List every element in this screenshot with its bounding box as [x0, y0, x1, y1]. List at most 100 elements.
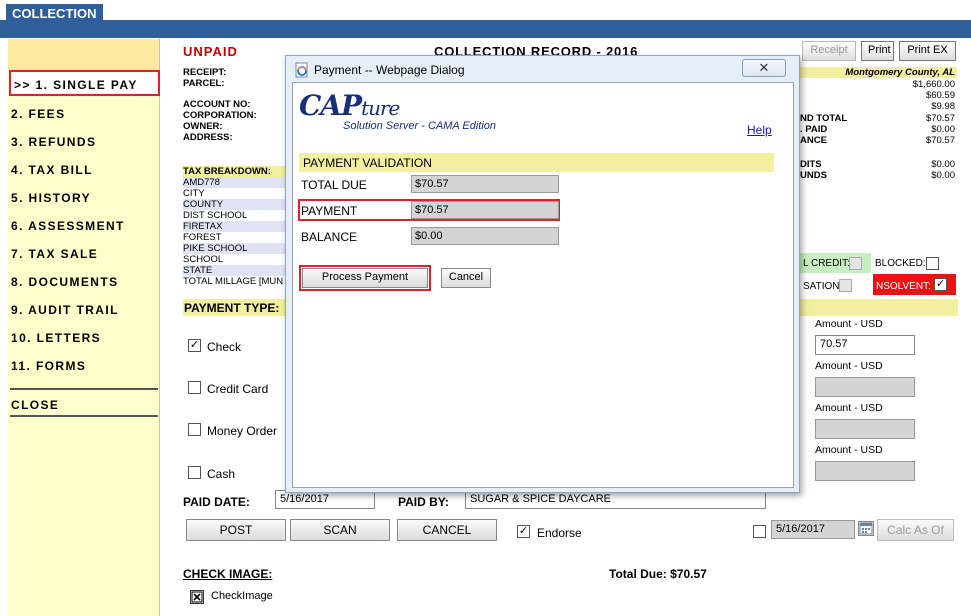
account-label: ACCOUNT NO:	[183, 99, 251, 110]
dialog-content: CAPture Solution Server - CAMA Edition H…	[292, 82, 794, 488]
dialog-cancel-button[interactable]: Cancel	[441, 268, 491, 288]
tax-item: TOTAL MILLAGE [MUN	[183, 276, 284, 287]
balance-field: $0.00	[411, 227, 559, 245]
check-image-label: CHECK IMAGE:	[183, 567, 273, 581]
tax-item: COUNTY	[183, 199, 285, 210]
paid-by-label: PAID BY:	[398, 495, 449, 509]
summary-value: $1,660.00	[912, 79, 955, 90]
summary-label: ANCE	[800, 135, 827, 146]
tax-item: FOREST	[183, 232, 222, 243]
summary-label: DITS	[800, 159, 822, 170]
scan-button[interactable]: SCAN	[290, 519, 390, 541]
close-icon[interactable]: ✕	[742, 59, 786, 77]
sidebar-item-forms[interactable]: 11. FORMS	[8, 353, 158, 379]
payment-field[interactable]: $70.57	[411, 201, 559, 219]
sidebar-item-tax-bill[interactable]: 4. TAX BILL	[8, 157, 158, 183]
sidebar-item-tax-sale[interactable]: 7. TAX SALE	[8, 241, 158, 267]
top-stripe	[0, 20, 971, 38]
cash-checkbox[interactable]	[188, 466, 201, 479]
credit-checkbox[interactable]	[849, 257, 862, 270]
print-button[interactable]: Print	[861, 41, 894, 61]
address-label: ADDRESS:	[183, 132, 233, 143]
captue-logo: CAPture	[299, 89, 400, 122]
credit-card-amount-input[interactable]	[815, 377, 915, 397]
top-bar	[0, 0, 971, 38]
money-order-amount-input[interactable]	[815, 419, 915, 439]
payment-type-label: PAYMENT TYPE:	[184, 301, 280, 315]
sidebar: >> 1. SINGLE PAY 2. FEES 3. REFUNDS 4. T…	[8, 39, 160, 616]
calc-as-of-button[interactable]: Calc As Of	[877, 519, 954, 541]
sidebar-item-letters[interactable]: 10. LETTERS	[8, 325, 158, 351]
payment-dialog: Payment -- Webpage Dialog ✕ CAPture Solu…	[285, 55, 800, 493]
status-label: UNPAID	[183, 44, 238, 59]
sidebar-divider	[10, 415, 158, 417]
dialog-title: Payment -- Webpage Dialog	[314, 63, 465, 77]
check-amount-input[interactable]: 70.57	[815, 335, 915, 355]
sidebar-item-assessment[interactable]: 6. ASSESSMENT	[8, 213, 158, 239]
summary-label: ND TOTAL	[800, 113, 848, 124]
check-checkbox[interactable]: ✓	[188, 339, 201, 352]
balance-label: BALANCE	[301, 230, 358, 244]
blocked-label: BLOCKED:	[875, 258, 926, 269]
credit-card-label: Credit Card	[207, 382, 269, 396]
amount-label: Amount - USD	[815, 360, 883, 372]
credit-card-checkbox[interactable]	[188, 381, 201, 394]
check-image-alt: CheckImage	[211, 590, 273, 602]
insolvent-checkbox[interactable]: ✓	[934, 278, 947, 291]
receipt-label: RECEIPT:	[183, 67, 227, 78]
cash-amount-input[interactable]	[815, 461, 915, 481]
sation-checkbox[interactable]	[839, 279, 852, 292]
sidebar-divider	[10, 388, 158, 390]
help-link[interactable]: Help	[747, 123, 772, 137]
sidebar-item-single-pay[interactable]: >> 1. SINGLE PAY	[9, 70, 160, 96]
summary-value: $70.57	[925, 113, 955, 124]
broken-image-icon	[190, 590, 204, 604]
tax-item: STATE	[183, 265, 285, 276]
tab-collection[interactable]: COLLECTION	[6, 4, 103, 22]
calc-date-input[interactable]: 5/16/2017	[771, 520, 855, 539]
logo-script: ture	[361, 96, 400, 120]
endorse-checkbox[interactable]: ✓	[517, 525, 530, 538]
amount-label: Amount - USD	[815, 402, 883, 414]
logo-subtitle: Solution Server - CAMA Edition	[343, 120, 497, 132]
sidebar-header	[8, 39, 159, 70]
credit-label: L CREDIT:	[803, 258, 850, 269]
summary-label: . PAID	[800, 124, 828, 135]
paid-date-label: PAID DATE:	[183, 495, 250, 509]
post-button[interactable]: POST	[186, 519, 286, 541]
calendar-icon[interactable]	[858, 521, 874, 536]
sidebar-item-fees[interactable]: 2. FEES	[8, 101, 158, 127]
total-due-label: TOTAL DUE	[301, 178, 367, 192]
summary-value: $60.59	[925, 90, 955, 101]
sidebar-item-documents[interactable]: 8. DOCUMENTS	[8, 269, 158, 295]
blocked-checkbox[interactable]	[926, 257, 939, 270]
sidebar-item-audit-trail[interactable]: 9. AUDIT TRAIL	[8, 297, 158, 323]
county-name: Montgomery County, AL	[845, 67, 955, 78]
check-label: Check	[207, 340, 242, 354]
owner-label: OWNER:	[183, 121, 223, 132]
parcel-label: PARCEL:	[183, 78, 225, 89]
calc-date-checkbox[interactable]	[753, 525, 766, 538]
summary-value: $0.00	[931, 124, 955, 135]
cancel-button[interactable]: CANCEL	[397, 519, 497, 541]
tax-item: FIRETAX	[183, 221, 285, 232]
insolvent-label: NSOLVENT:	[876, 281, 931, 292]
endorse-label: Endorse	[537, 526, 582, 540]
receipt-button[interactable]: Receipt	[802, 41, 856, 61]
summary-value: $70.57	[925, 135, 955, 146]
summary-value: $0.00	[931, 159, 955, 170]
total-due-text: Total Due: $70.57	[609, 567, 707, 581]
ie-page-icon	[294, 62, 310, 78]
print-ex-button[interactable]: Print EX	[899, 41, 956, 61]
payment-label: PAYMENT	[301, 204, 358, 218]
summary-value: $9.98	[931, 101, 955, 112]
money-order-label: Money Order	[207, 424, 278, 438]
amount-label: Amount - USD	[815, 444, 883, 456]
cash-label: Cash	[207, 467, 236, 481]
money-order-checkbox[interactable]	[188, 423, 201, 436]
sidebar-item-history[interactable]: 5. HISTORY	[8, 185, 158, 211]
payment-validation-header: PAYMENT VALIDATION	[299, 153, 774, 172]
process-payment-button[interactable]: Process Payment	[302, 268, 428, 288]
summary-value: $0.00	[931, 170, 955, 181]
sidebar-item-refunds[interactable]: 3. REFUNDS	[8, 129, 158, 155]
